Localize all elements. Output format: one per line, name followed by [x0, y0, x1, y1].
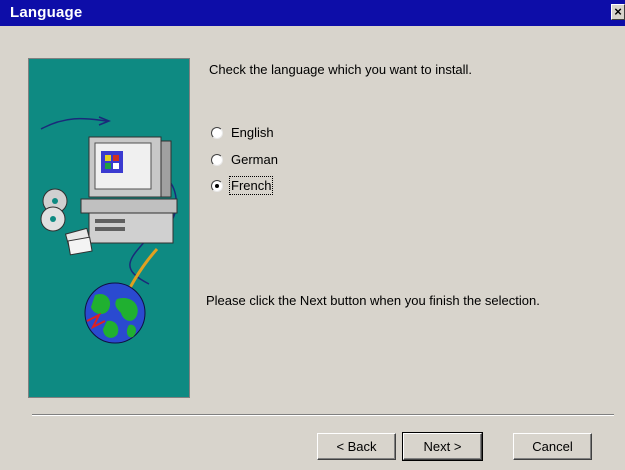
back-button[interactable]: < Back — [317, 433, 396, 460]
cd-icon — [40, 188, 68, 232]
radio-button[interactable] — [211, 127, 223, 139]
radio-button[interactable] — [211, 154, 223, 166]
radio-label: German — [231, 152, 278, 167]
radio-button-selected[interactable] — [211, 180, 223, 192]
title-bar: Language × — [0, 0, 625, 26]
next-button[interactable]: Next > — [402, 432, 483, 461]
radio-label: French — [228, 176, 274, 195]
setup-illustration — [28, 58, 190, 398]
radio-label: English — [231, 125, 274, 140]
cancel-button[interactable]: Cancel — [513, 433, 592, 460]
close-button[interactable]: × — [611, 4, 625, 20]
separator — [32, 414, 614, 416]
computer-icon — [80, 136, 178, 244]
globe-icon — [84, 282, 146, 344]
hint-text: Please click the Next button when you fi… — [206, 293, 540, 308]
language-dialog: Language × Check the language which you … — [0, 0, 625, 470]
window-title: Language — [10, 4, 83, 21]
instruction-text: Check the language which you want to ins… — [209, 62, 473, 77]
